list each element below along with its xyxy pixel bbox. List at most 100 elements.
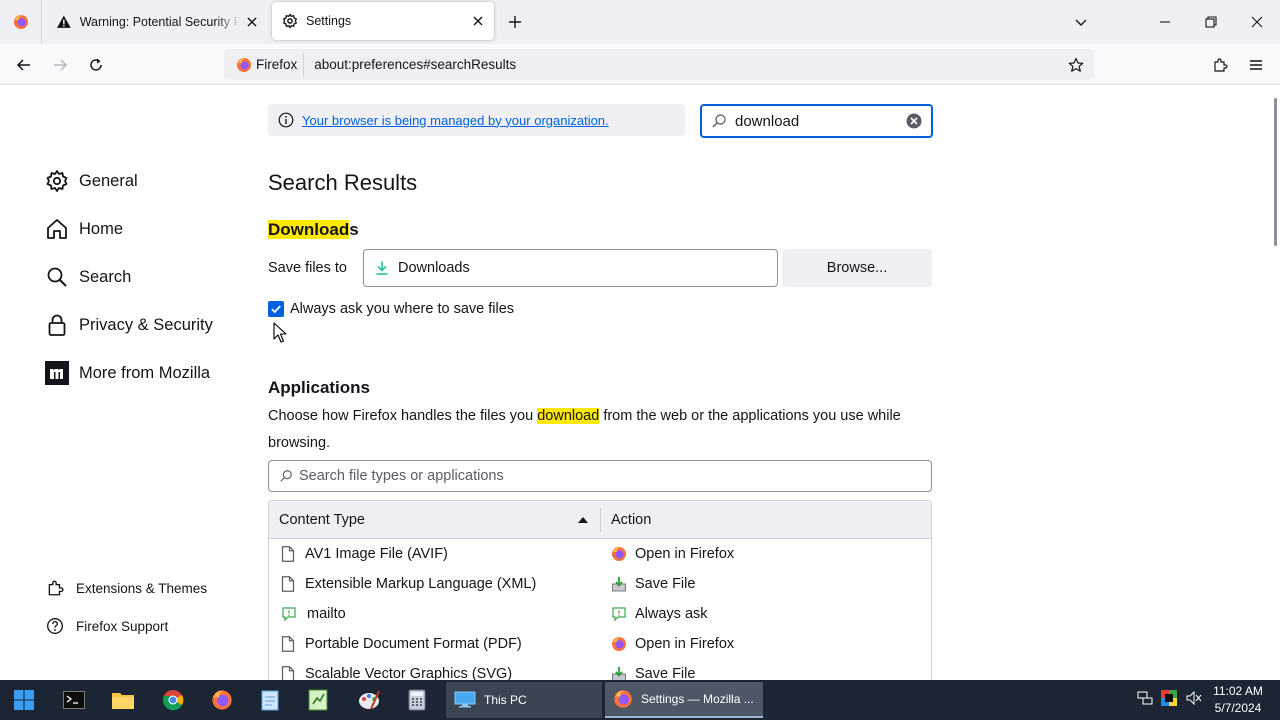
table-row[interactable]: AV1 Image File (AVIF) Open in Firefox (269, 539, 931, 569)
url-bar[interactable]: Firefox about:preferences#searchResults (224, 49, 1094, 80)
start-button[interactable] (8, 684, 40, 716)
filter-input[interactable] (299, 468, 899, 484)
identity-box[interactable]: Firefox (228, 52, 305, 77)
bookmark-star-button[interactable] (1064, 53, 1088, 77)
back-button[interactable] (9, 50, 39, 80)
taskbar-paint[interactable] (353, 684, 385, 716)
search-icon (712, 114, 726, 128)
action-label: Save File (635, 666, 696, 680)
content-type-label: mailto (307, 606, 346, 622)
clear-search-icon[interactable] (905, 112, 923, 130)
sidebar-firefox-support[interactable]: Firefox Support (46, 614, 168, 638)
url-text[interactable]: about:preferences#searchResults (314, 57, 516, 72)
clock-date: 5/7/2024 (1214, 701, 1262, 715)
list-all-tabs-button[interactable] (1068, 9, 1094, 35)
sidebar-item-privacy[interactable]: Privacy & Security (45, 310, 213, 340)
action-cell[interactable]: Open in Firefox (601, 636, 734, 652)
tab-security-warning[interactable]: Warning: Potential Security Risk Ahead (44, 0, 268, 44)
task-label: This PC (484, 693, 527, 707)
taskbar-file-explorer[interactable] (107, 684, 139, 716)
tab-settings[interactable]: Settings (272, 2, 494, 40)
close-tab-icon[interactable] (240, 10, 264, 34)
column-action[interactable]: Action (601, 501, 651, 539)
terminal-icon (63, 691, 85, 709)
firefox-icon (611, 546, 627, 562)
table-row[interactable]: Scalable Vector Graphics (SVG) Save File (269, 659, 931, 680)
info-icon (278, 112, 294, 128)
column-label: Content Type (279, 511, 365, 528)
action-cell[interactable]: Always ask (601, 606, 708, 622)
browse-button[interactable]: Browse... (782, 249, 932, 287)
firefox-view-button[interactable] (0, 0, 42, 44)
sidebar-item-label: More from Mozilla (79, 363, 211, 382)
search-icon (47, 267, 67, 287)
forward-button[interactable] (45, 50, 75, 80)
taskbar-spreadsheet[interactable] (302, 684, 334, 716)
scrollbar-thumb[interactable] (1274, 98, 1277, 246)
app-menu-button[interactable] (1241, 50, 1271, 80)
extensions-button[interactable] (1205, 50, 1235, 80)
close-tab-icon[interactable] (466, 9, 490, 33)
sidebar-item-more-from-mozilla[interactable]: More from Mozilla (45, 358, 210, 388)
arrow-right-icon (54, 59, 68, 71)
sidebar-extensions-themes[interactable]: Extensions & Themes (46, 576, 207, 600)
always-ask-checkbox-row[interactable]: Always ask you where to save files (268, 301, 514, 317)
minimize-button[interactable] (1142, 0, 1188, 44)
lock-icon (48, 314, 66, 336)
content-type-cell: AV1 Image File (AVIF) (269, 546, 601, 562)
table-row[interactable]: Extensible Markup Language (XML) Save Fil… (269, 569, 931, 599)
taskbar-clock[interactable]: 11:02 AM 5/7/2024 (1206, 683, 1270, 717)
restore-icon (1205, 16, 1217, 28)
search-results-heading: Search Results (268, 170, 418, 195)
content-type-label: Scalable Vector Graphics (SVG) (305, 666, 513, 680)
speaker-muted-icon (1186, 691, 1202, 705)
taskbar-calculator[interactable] (401, 684, 433, 716)
policies-notice: Your browser is being managed by your or… (268, 104, 685, 136)
download-folder-name: Downloads (398, 260, 470, 276)
help-icon (47, 618, 63, 634)
firefox-icon (237, 57, 251, 72)
reload-icon (90, 58, 102, 71)
save-file-icon (611, 576, 627, 592)
always-ask-checkbox[interactable] (268, 301, 284, 317)
sidebar-item-general[interactable]: General (45, 166, 138, 196)
reload-button[interactable] (81, 50, 111, 80)
preferences-page: General Home Search Privacy & Security M… (0, 86, 1280, 680)
action-cell[interactable]: Save File (601, 666, 695, 680)
search-value[interactable]: download (735, 113, 905, 130)
mouse-cursor-icon (273, 322, 287, 343)
sidebar-foot-label: Extensions & Themes (76, 580, 208, 596)
firefox-icon (13, 15, 28, 29)
new-tab-button[interactable] (502, 9, 528, 35)
taskbar-notepad[interactable] (254, 684, 286, 716)
managed-policies-link[interactable]: Your browser is being managed by your or… (302, 113, 609, 128)
save-file-icon (611, 666, 627, 680)
tray-network-status[interactable] (1135, 688, 1155, 708)
restore-button[interactable] (1188, 0, 1234, 44)
table-row[interactable]: Portable Document Format (PDF) Open in Fi… (269, 629, 931, 659)
column-content-type[interactable]: Content Type (269, 507, 601, 532)
save-files-label: Save files to (268, 260, 347, 276)
taskbar-firefox[interactable] (206, 684, 238, 716)
table-row[interactable]: mailto Always ask (269, 599, 931, 629)
download-folder-field: Downloads (363, 249, 778, 287)
downloads-heading-rest: s (349, 220, 359, 239)
tray-volume[interactable] (1184, 688, 1204, 708)
taskbar-task-this-pc[interactable]: This PC (446, 682, 602, 718)
action-cell[interactable]: Save File (601, 576, 695, 592)
preferences-search-input[interactable]: download (700, 104, 933, 138)
taskbar-chrome[interactable] (157, 684, 189, 716)
sidebar-item-search[interactable]: Search (45, 262, 131, 292)
sidebar-foot-label: Firefox Support (76, 618, 169, 634)
action-cell[interactable]: Open in Firefox (601, 546, 734, 562)
paint-icon (359, 690, 380, 710)
taskbar-task-firefox-settings[interactable]: Settings — Mozilla ... (605, 682, 763, 718)
close-window-button[interactable] (1234, 0, 1280, 44)
filter-content-types[interactable] (268, 460, 932, 492)
tray-color-app[interactable] (1159, 688, 1179, 708)
folder-icon (112, 693, 134, 709)
calculator-icon (408, 689, 426, 711)
taskbar-terminal[interactable] (58, 684, 90, 716)
sidebar-item-home[interactable]: Home (45, 214, 123, 244)
page-scrollbar[interactable] (1268, 86, 1280, 680)
